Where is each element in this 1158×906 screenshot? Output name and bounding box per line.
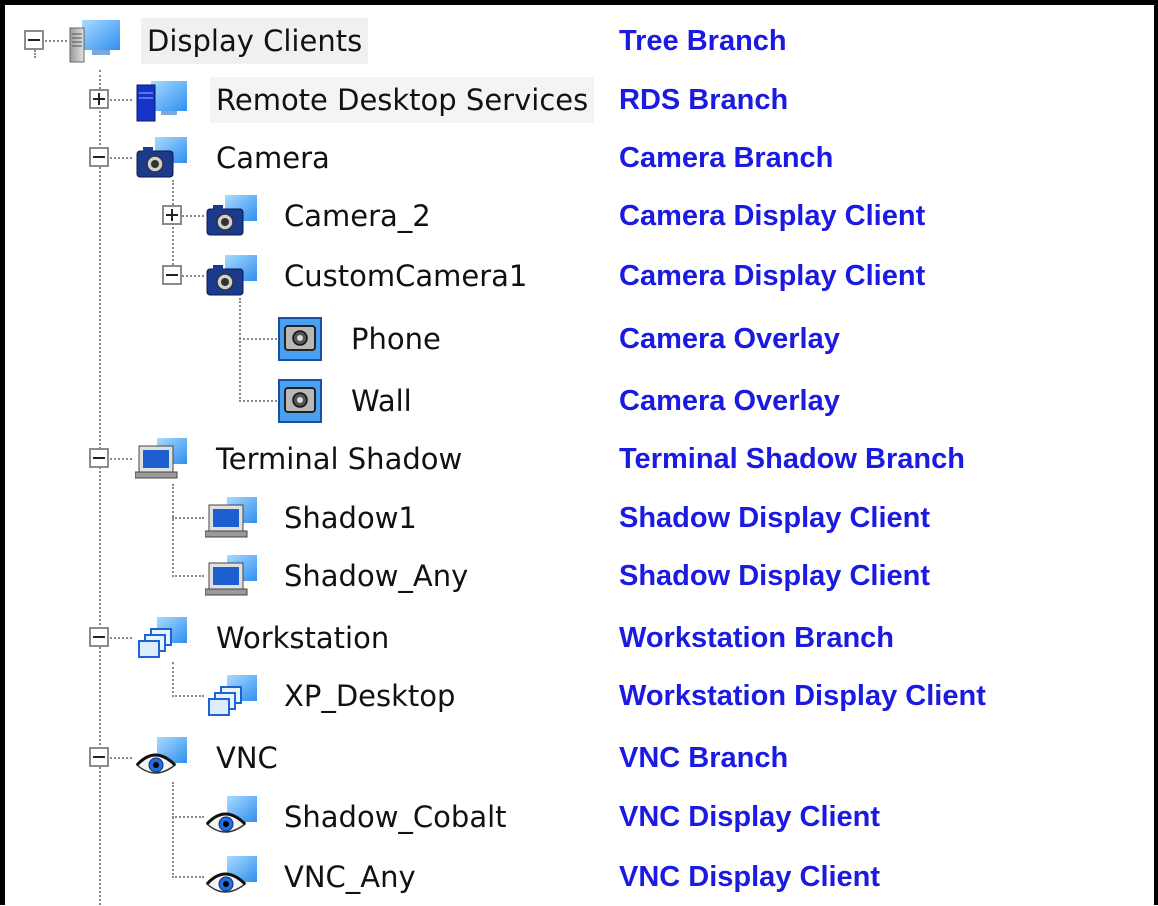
expand-toggle[interactable]: [162, 205, 182, 225]
node-label[interactable]: Remote Desktop Services: [210, 77, 595, 123]
node-description: Workstation Branch: [619, 622, 895, 654]
tree-node-shadow1[interactable]: Shadow1 Shadow Display Client: [0, 489, 1150, 547]
laptop-icon: [205, 553, 259, 599]
collapse-toggle[interactable]: [89, 147, 109, 167]
camera-icon: [205, 253, 259, 299]
node-label[interactable]: Camera_2: [278, 193, 437, 239]
tree-node-vnc[interactable]: VNC VNC Branch: [0, 729, 1150, 787]
node-label[interactable]: Terminal Shadow: [210, 436, 468, 482]
collapse-toggle[interactable]: [162, 265, 182, 285]
collapse-toggle[interactable]: [89, 448, 109, 468]
node-description: Camera Overlay: [619, 385, 840, 417]
node-label[interactable]: CustomCamera1: [278, 253, 533, 299]
tree-node-camera-2[interactable]: Camera_2 Camera Display Client: [0, 187, 1150, 245]
tree-node-display-clients[interactable]: Display Clients Tree Branch: [0, 12, 1150, 70]
node-description: Tree Branch: [619, 25, 787, 57]
collapse-toggle[interactable]: [89, 627, 109, 647]
node-description: Workstation Display Client: [619, 680, 986, 712]
node-label[interactable]: Shadow1: [278, 495, 423, 541]
node-description: Camera Overlay: [619, 323, 840, 355]
node-label[interactable]: VNC: [210, 735, 284, 781]
laptop-icon: [135, 436, 189, 482]
camera-overlay-icon: [273, 378, 327, 424]
node-description: Shadow Display Client: [619, 502, 930, 534]
node-description: VNC Branch: [619, 742, 789, 774]
node-description: Shadow Display Client: [619, 560, 930, 592]
expand-toggle[interactable]: [89, 89, 109, 109]
tree-node-phone[interactable]: Phone Camera Overlay: [0, 310, 1150, 368]
tree-node-remote-desktop-services[interactable]: Remote Desktop Services RDS Branch: [0, 71, 1150, 129]
tree-node-shadow-any[interactable]: Shadow_Any Shadow Display Client: [0, 547, 1150, 605]
node-label[interactable]: Shadow_Any: [278, 553, 474, 599]
tree-node-wall[interactable]: Wall Camera Overlay: [0, 372, 1150, 430]
server-monitor-icon: [68, 18, 122, 64]
node-description: RDS Branch: [619, 84, 789, 116]
node-label[interactable]: Display Clients: [141, 18, 369, 64]
node-description: Camera Branch: [619, 142, 834, 174]
node-label[interactable]: Shadow_Cobalt: [278, 794, 513, 840]
collapse-toggle[interactable]: [89, 747, 109, 767]
camera-icon: [205, 193, 259, 239]
server-monitor-icon: [135, 77, 189, 123]
laptop-icon: [205, 495, 259, 541]
tree-node-vnc-any[interactable]: VNC_Any VNC Display Client: [0, 848, 1150, 906]
tree-node-customcamera1[interactable]: CustomCamera1 Camera Display Client: [0, 247, 1150, 305]
node-description: Camera Display Client: [619, 200, 926, 232]
node-label[interactable]: Phone: [345, 316, 447, 362]
node-label[interactable]: Wall: [345, 378, 418, 424]
tree-node-xp-desktop[interactable]: XP_Desktop Workstation Display Client: [0, 667, 1150, 725]
node-description: Camera Display Client: [619, 260, 926, 292]
camera-icon: [135, 135, 189, 181]
windows-icon: [135, 615, 189, 661]
tree-node-terminal-shadow[interactable]: Terminal Shadow Terminal Shadow Branch: [0, 430, 1150, 488]
node-description: VNC Display Client: [619, 801, 881, 833]
node-label[interactable]: XP_Desktop: [278, 673, 461, 719]
camera-overlay-icon: [273, 316, 327, 362]
tree-node-shadow-cobalt[interactable]: Shadow_Cobalt VNC Display Client: [0, 788, 1150, 846]
node-label[interactable]: Workstation: [210, 615, 395, 661]
node-description: Terminal Shadow Branch: [619, 443, 965, 475]
node-label[interactable]: VNC_Any: [278, 854, 422, 900]
eye-icon: [135, 735, 189, 781]
node-description: VNC Display Client: [619, 861, 881, 893]
eye-icon: [205, 854, 259, 900]
windows-icon: [205, 673, 259, 719]
eye-icon: [205, 794, 259, 840]
display-clients-tree: Display Clients Tree Branch Remote Deskt…: [0, 0, 1158, 905]
collapse-toggle[interactable]: [24, 30, 44, 50]
tree-node-camera[interactable]: Camera Camera Branch: [0, 129, 1150, 187]
node-label[interactable]: Camera: [210, 135, 336, 181]
tree-node-workstation[interactable]: Workstation Workstation Branch: [0, 609, 1150, 667]
